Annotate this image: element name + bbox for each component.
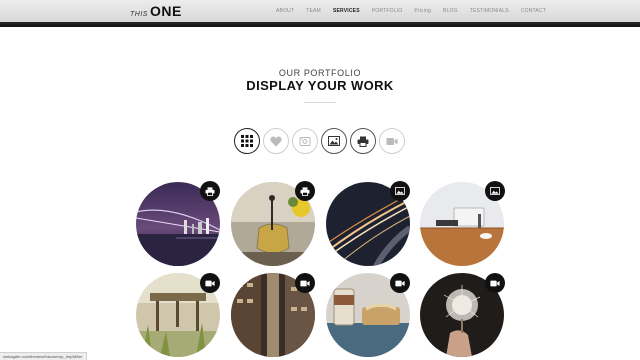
title-divider xyxy=(304,102,336,103)
header-shadow xyxy=(0,22,640,27)
print-icon xyxy=(205,186,215,196)
site-logo[interactable]: THIS ONE xyxy=(130,3,182,19)
portfolio-badge-video xyxy=(390,273,410,293)
filter-heart-button[interactable] xyxy=(263,128,289,154)
nav-services[interactable]: SERVICES xyxy=(333,8,360,14)
site-header: THIS ONE ABOUT TEAM SERVICES PORTFOLIO P… xyxy=(0,0,640,22)
nav-contact[interactable]: CONTACT xyxy=(521,8,546,14)
browser-status-url: webagafe.com/themes/thisone/wp_tiny/Mill… xyxy=(0,352,87,360)
section-eyebrow: OUR PORTFOLIO xyxy=(278,68,362,78)
filter-print-button[interactable] xyxy=(350,128,376,154)
print-icon xyxy=(300,186,310,196)
nav-team[interactable]: TEAM xyxy=(306,8,321,14)
main-nav: ABOUT TEAM SERVICES PORTFOLIO Pricing BL… xyxy=(276,8,558,14)
grid-icon xyxy=(241,135,253,147)
portfolio-badge-print xyxy=(200,181,220,201)
nav-pricing[interactable]: Pricing xyxy=(414,8,431,14)
image-icon xyxy=(395,187,405,195)
video-icon xyxy=(395,280,405,286)
section-title: DISPLAY YOUR WORK xyxy=(246,78,394,93)
video-icon xyxy=(300,280,310,286)
portfolio-badge-video xyxy=(485,273,505,293)
nav-portfolio[interactable]: PORTFOLIO xyxy=(372,8,403,14)
video-icon xyxy=(490,280,500,286)
logo-prefix: THIS xyxy=(130,11,148,18)
heart-icon xyxy=(270,136,282,146)
video-icon xyxy=(205,280,215,286)
portfolio-badge-video xyxy=(295,273,315,293)
filter-image-button[interactable] xyxy=(321,128,347,154)
filter-grid-button[interactable] xyxy=(234,128,260,154)
nav-blog[interactable]: BLOG xyxy=(443,8,458,14)
logo-main: ONE xyxy=(149,3,182,19)
portfolio-badge-print xyxy=(295,181,315,201)
portfolio-badge-image xyxy=(485,181,505,201)
nav-testimonials[interactable]: TESTIMONIALS xyxy=(470,8,509,14)
print-icon xyxy=(357,136,369,147)
filter-video-button[interactable] xyxy=(379,128,405,154)
image-icon xyxy=(490,187,500,195)
video-icon xyxy=(386,137,398,145)
nav-about[interactable]: ABOUT xyxy=(276,8,294,14)
filter-camera-button[interactable] xyxy=(292,128,318,154)
camera-icon xyxy=(299,136,311,146)
portfolio-badge-video xyxy=(200,273,220,293)
image-icon xyxy=(328,136,340,146)
portfolio-badge-image xyxy=(390,181,410,201)
